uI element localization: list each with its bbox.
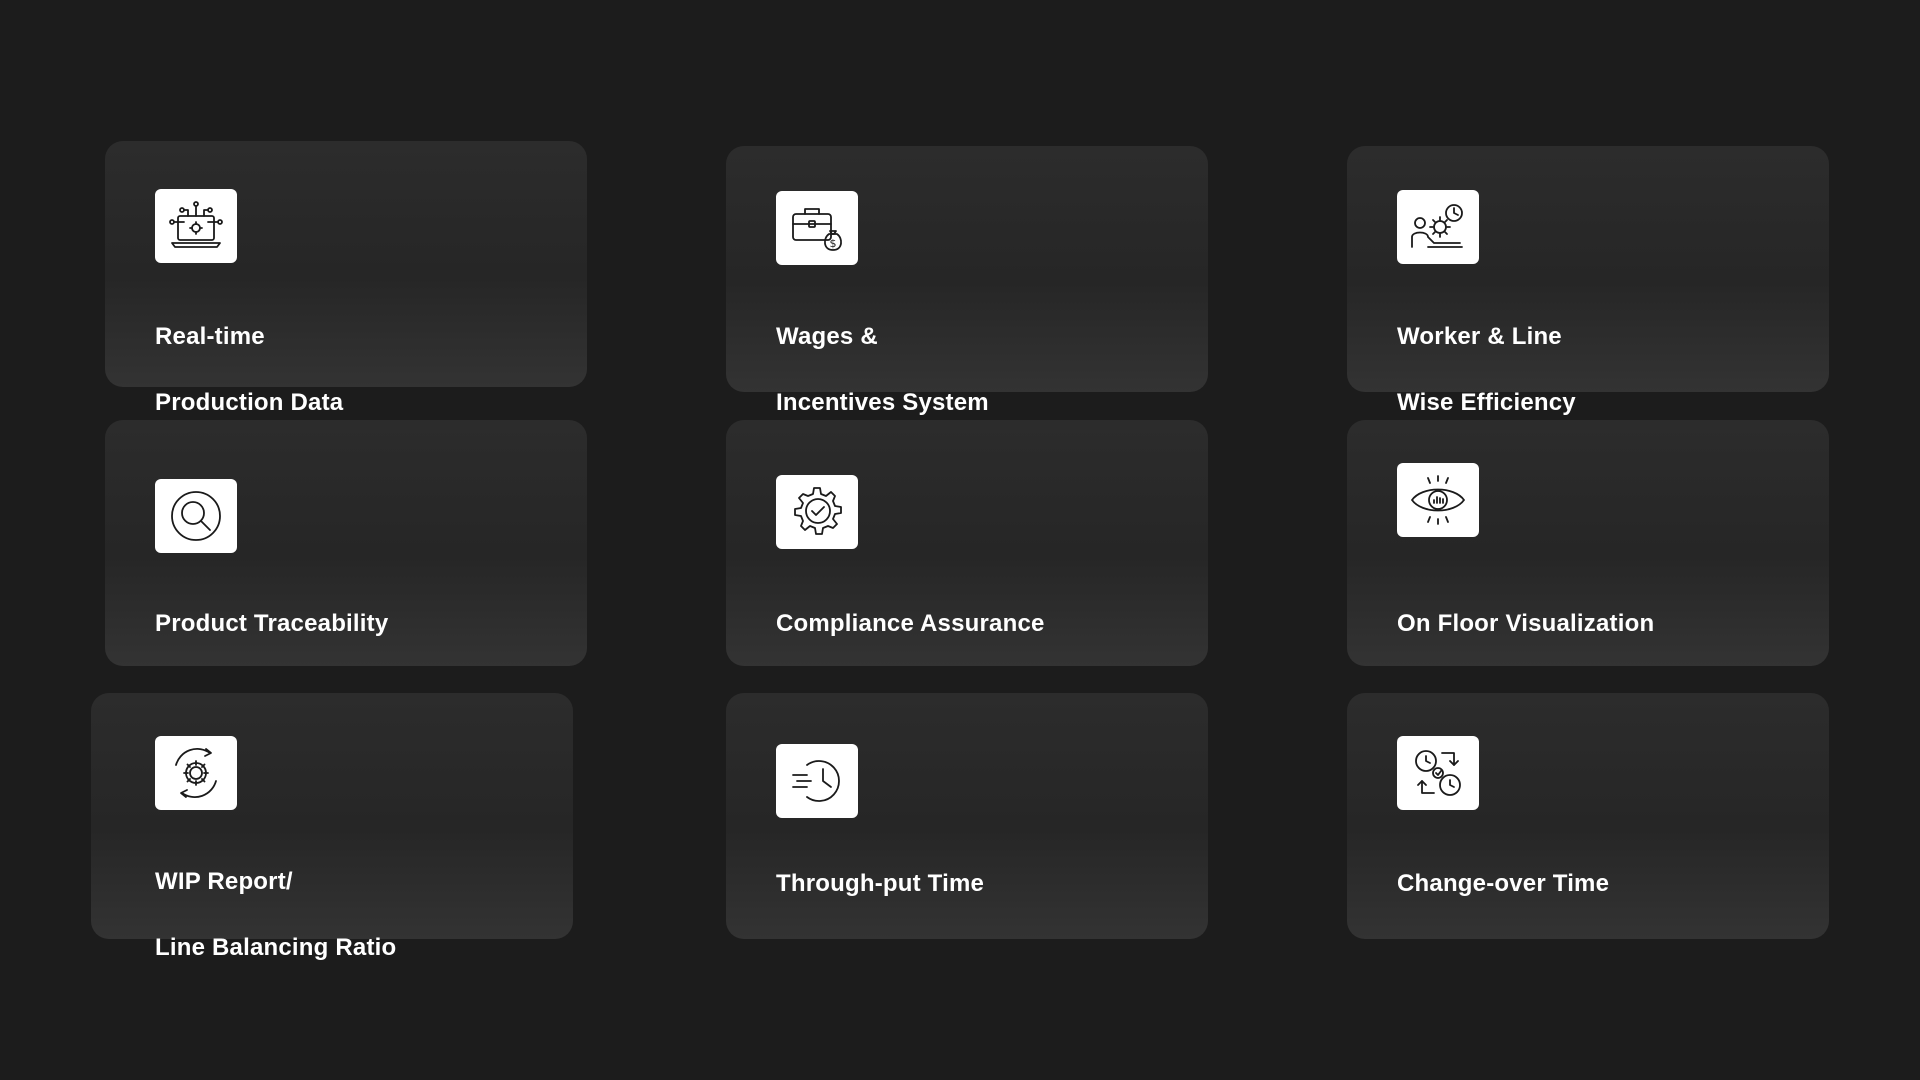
gear-cycle-icon	[155, 736, 237, 810]
title-line-1: Compliance Assurance	[776, 610, 1045, 637]
card-title: On Floor Visualization	[1397, 574, 1654, 673]
title-line-2: Wise Efficiency	[1397, 389, 1576, 416]
title-line-2: Production Data	[155, 389, 344, 416]
gear-check-icon	[776, 475, 858, 549]
feature-grid: Real-time Production Data $ Wages & Ince…	[0, 0, 1920, 1080]
eye-chart-icon	[1397, 463, 1479, 537]
card-title: Change-over Time	[1397, 834, 1609, 933]
magnifier-icon	[155, 479, 237, 553]
title-line-1: Change-over Time	[1397, 870, 1610, 897]
title-line-2: Line Balancing Ratio	[155, 934, 397, 961]
title-line-2: Incentives System	[776, 389, 989, 416]
card-title: Compliance Assurance	[776, 574, 1045, 673]
title-line-1: On Floor Visualization	[1397, 610, 1655, 637]
card-change-over-time: Change-over Time	[1347, 693, 1829, 939]
clock-exchange-icon	[1397, 736, 1479, 810]
card-wages-incentives-system: $ Wages & Incentives System	[726, 146, 1208, 416]
title-line-1: Real-time	[155, 323, 265, 350]
card-title: WIP Report/ Line Balancing Ratio	[155, 832, 396, 997]
card-on-floor-visualization: On Floor Visualization	[1347, 420, 1829, 666]
title-line-1: Through-put Time	[776, 870, 985, 897]
title-line-1: Wages &	[776, 323, 878, 350]
card-real-time-production-data: Real-time Production Data	[105, 141, 587, 416]
card-title: Product Traceability	[155, 574, 388, 673]
card-wip-report-line-balancing-ratio: WIP Report/ Line Balancing Ratio	[91, 693, 573, 961]
title-line-1: Worker & Line	[1397, 323, 1562, 350]
fast-clock-icon	[776, 744, 858, 818]
card-worker-line-wise-efficiency: Worker & Line Wise Efficiency	[1347, 146, 1829, 416]
svg-text:$: $	[830, 237, 837, 250]
title-line-1: Product Traceability	[155, 610, 389, 637]
card-product-traceability: Product Traceability	[105, 420, 587, 666]
card-title: Through-put Time	[776, 834, 984, 933]
title-line-1: WIP Report/	[155, 868, 293, 895]
worker-gear-clock-icon	[1397, 190, 1479, 264]
card-through-put-time: Through-put Time	[726, 693, 1208, 939]
laptop-circuit-icon	[155, 189, 237, 263]
card-compliance-assurance: Compliance Assurance	[726, 420, 1208, 666]
briefcase-money-icon: $	[776, 191, 858, 265]
